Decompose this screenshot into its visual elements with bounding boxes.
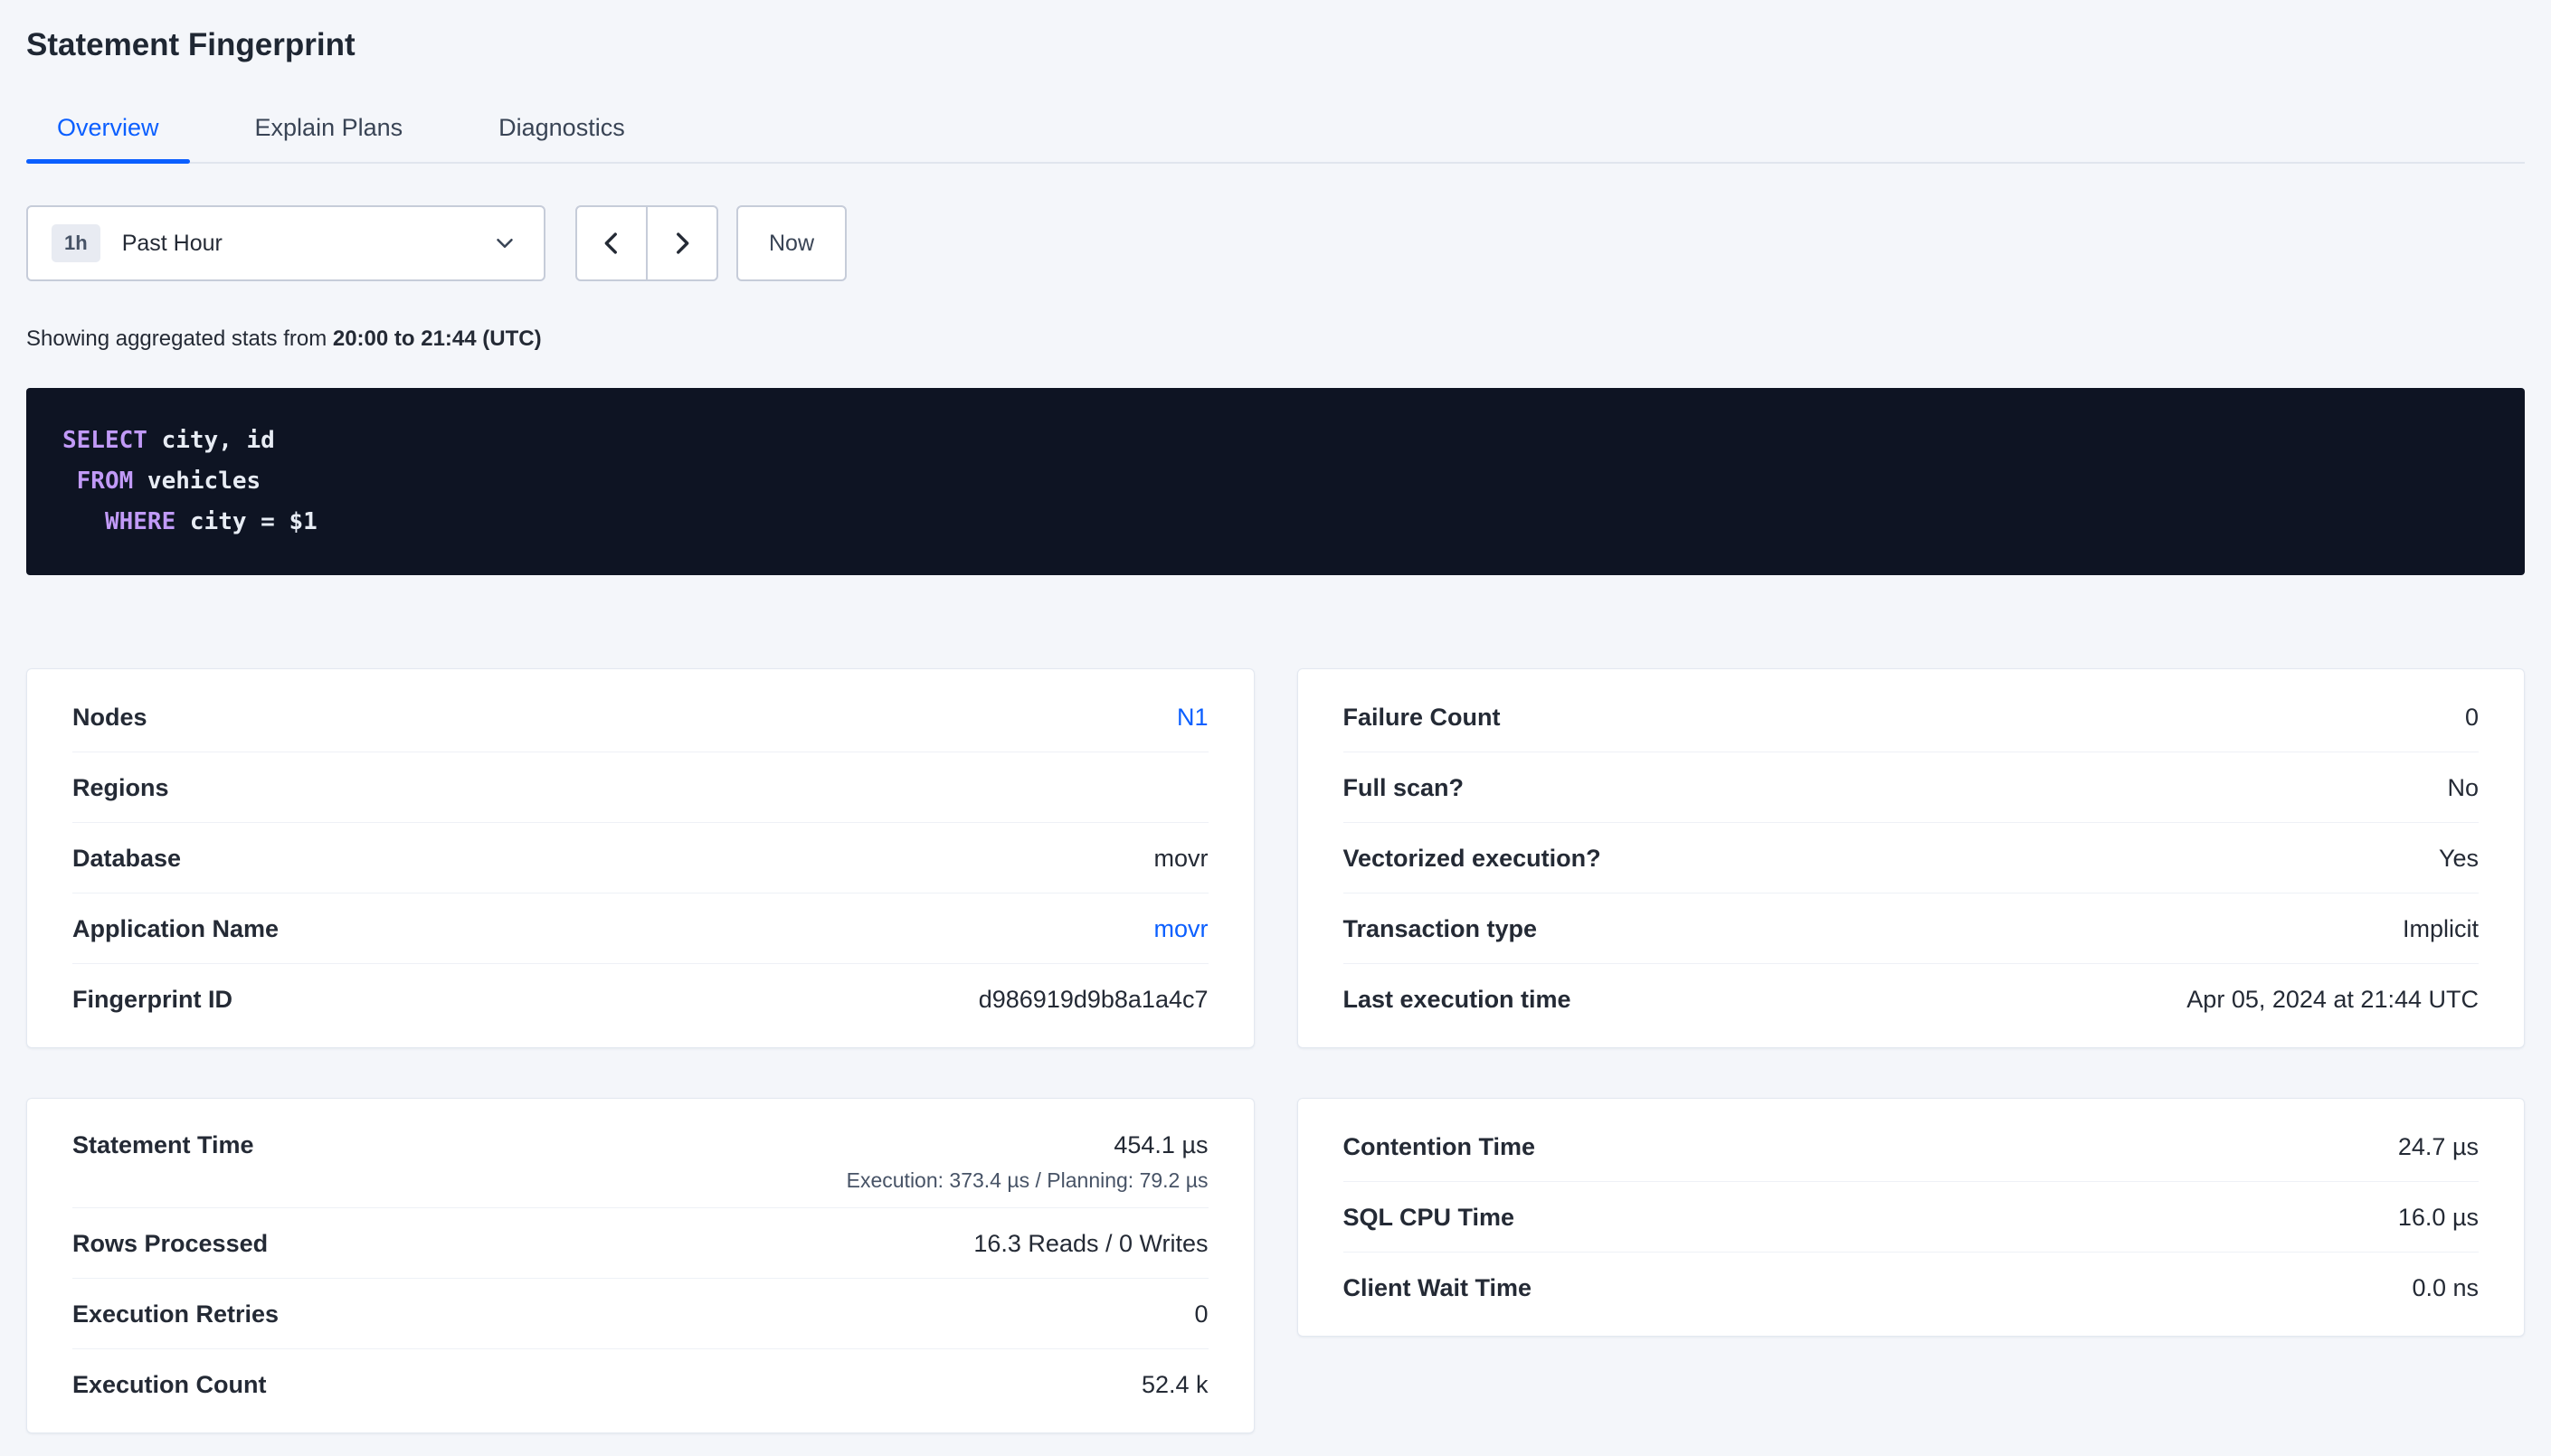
time-interval-dropdown[interactable]: 1h Past Hour — [26, 205, 545, 281]
row-label: Regions — [72, 772, 169, 803]
row-label: Database — [72, 843, 181, 874]
row-label: SQL CPU Time — [1343, 1202, 1515, 1233]
row-value: 52.4 k — [1142, 1369, 1209, 1400]
row-regions: Regions — [72, 752, 1209, 823]
sql-keyword: FROM — [62, 468, 133, 495]
interval-label: Past Hour — [122, 231, 491, 257]
card-wait-times: Contention Time 24.7 µs SQL CPU Time 16.… — [1297, 1098, 2526, 1337]
row-vectorized-execution: Vectorized execution? Yes — [1343, 823, 2480, 893]
row-label: Statement Time — [72, 1130, 254, 1160]
row-label: Fingerprint ID — [72, 984, 232, 1015]
row-statement-time: Statement Time 454.1 µs Execution: 373.4… — [72, 1111, 1209, 1208]
card-statement-times: Statement Time 454.1 µs Execution: 373.4… — [26, 1098, 1255, 1433]
row-label: Failure Count — [1343, 702, 1501, 733]
row-label: Transaction type — [1343, 913, 1538, 944]
sql-text: city, id — [147, 427, 275, 454]
row-value: 16.3 Reads / 0 Writes — [973, 1228, 1208, 1259]
row-failure-count: Failure Count 0 — [1343, 682, 2480, 752]
row-value: movr — [1154, 843, 1209, 874]
prev-interval-button[interactable] — [575, 205, 648, 281]
interval-nav-group — [575, 205, 718, 281]
next-interval-button[interactable] — [646, 205, 718, 281]
tab-diagnostics[interactable]: Diagnostics — [468, 99, 656, 162]
tab-bar: Overview Explain Plans Diagnostics — [26, 99, 2525, 164]
sql-text: city = $1 — [175, 508, 318, 535]
sql-line: FROM vehicles — [62, 461, 2489, 502]
statement-fingerprint-page: Statement Fingerprint Overview Explain P… — [0, 27, 2551, 1433]
row-label: Execution Count — [72, 1369, 267, 1400]
row-label: Application Name — [72, 913, 279, 944]
row-value: 0 — [2465, 702, 2479, 733]
row-sql-cpu-time: SQL CPU Time 16.0 µs — [1343, 1182, 2480, 1253]
sql-line: SELECT city, id — [62, 421, 2489, 461]
chevron-down-icon — [491, 230, 518, 257]
stats-prefix: Showing aggregated stats from — [26, 326, 333, 351]
row-label: Full scan? — [1343, 772, 1465, 803]
row-label: Rows Processed — [72, 1228, 268, 1259]
row-value: Yes — [2439, 843, 2479, 874]
row-value: No — [2447, 772, 2479, 803]
row-database: Database movr — [72, 823, 1209, 893]
aggregated-stats-text: Showing aggregated stats from 20:00 to 2… — [26, 326, 2525, 352]
value-stack: 454.1 µs Execution: 373.4 µs / Planning:… — [847, 1130, 1209, 1193]
row-last-execution-time: Last execution time Apr 05, 2024 at 21:4… — [1343, 964, 2480, 1035]
row-sub-value: Execution: 373.4 µs / Planning: 79.2 µs — [847, 1168, 1209, 1193]
application-name-link[interactable]: movr — [1154, 913, 1209, 944]
row-label: Last execution time — [1343, 984, 1571, 1015]
interval-badge: 1h — [52, 224, 100, 262]
summary-cards: Nodes N1 Regions Database movr Applicati… — [26, 668, 2525, 1433]
tab-overview[interactable]: Overview — [26, 99, 190, 162]
page-title: Statement Fingerprint — [26, 27, 2525, 63]
chevron-right-icon — [667, 228, 697, 259]
row-rows-processed: Rows Processed 16.3 Reads / 0 Writes — [72, 1208, 1209, 1279]
stats-range: 20:00 to 21:44 (UTC) — [333, 326, 542, 351]
row-value: 0 — [1194, 1299, 1208, 1329]
chevron-left-icon — [596, 228, 627, 259]
sql-line: WHERE city = $1 — [62, 502, 2489, 543]
row-label: Vectorized execution? — [1343, 843, 1601, 874]
card-statement-details: Nodes N1 Regions Database movr Applicati… — [26, 668, 1255, 1048]
row-full-scan: Full scan? No — [1343, 752, 2480, 823]
time-controls: 1h Past Hour Now — [26, 205, 2525, 281]
row-label: Execution Retries — [72, 1299, 279, 1329]
row-value: 0.0 ns — [2412, 1272, 2479, 1303]
row-value: 16.0 µs — [2398, 1202, 2479, 1233]
row-application-name: Application Name movr — [72, 893, 1209, 964]
row-value: 454.1 µs — [1114, 1130, 1208, 1160]
row-client-wait-time: Client Wait Time 0.0 ns — [1343, 1253, 2480, 1323]
row-value: Apr 05, 2024 at 21:44 UTC — [2186, 984, 2479, 1015]
now-button[interactable]: Now — [736, 205, 847, 281]
row-nodes: Nodes N1 — [72, 682, 1209, 752]
row-label: Nodes — [72, 702, 147, 733]
row-value: Implicit — [2403, 913, 2479, 944]
sql-text: vehicles — [133, 468, 261, 495]
row-execution-retries: Execution Retries 0 — [72, 1279, 1209, 1349]
sql-keyword: SELECT — [62, 427, 147, 454]
row-label: Contention Time — [1343, 1131, 1536, 1162]
row-execution-count: Execution Count 52.4 k — [72, 1349, 1209, 1420]
row-value: 24.7 µs — [2398, 1131, 2479, 1162]
row-value: d986919d9b8a1a4c7 — [979, 984, 1209, 1015]
row-label: Client Wait Time — [1343, 1272, 1532, 1303]
sql-statement-box: SELECT city, id FROM vehicles WHERE city… — [26, 388, 2525, 575]
row-contention-time: Contention Time 24.7 µs — [1343, 1111, 2480, 1182]
tab-explain-plans[interactable]: Explain Plans — [224, 99, 434, 162]
sql-keyword: WHERE — [62, 508, 175, 535]
nodes-link[interactable]: N1 — [1177, 702, 1209, 733]
card-execution-attributes: Failure Count 0 Full scan? No Vectorized… — [1297, 668, 2526, 1048]
row-transaction-type: Transaction type Implicit — [1343, 893, 2480, 964]
row-fingerprint-id: Fingerprint ID d986919d9b8a1a4c7 — [72, 964, 1209, 1035]
